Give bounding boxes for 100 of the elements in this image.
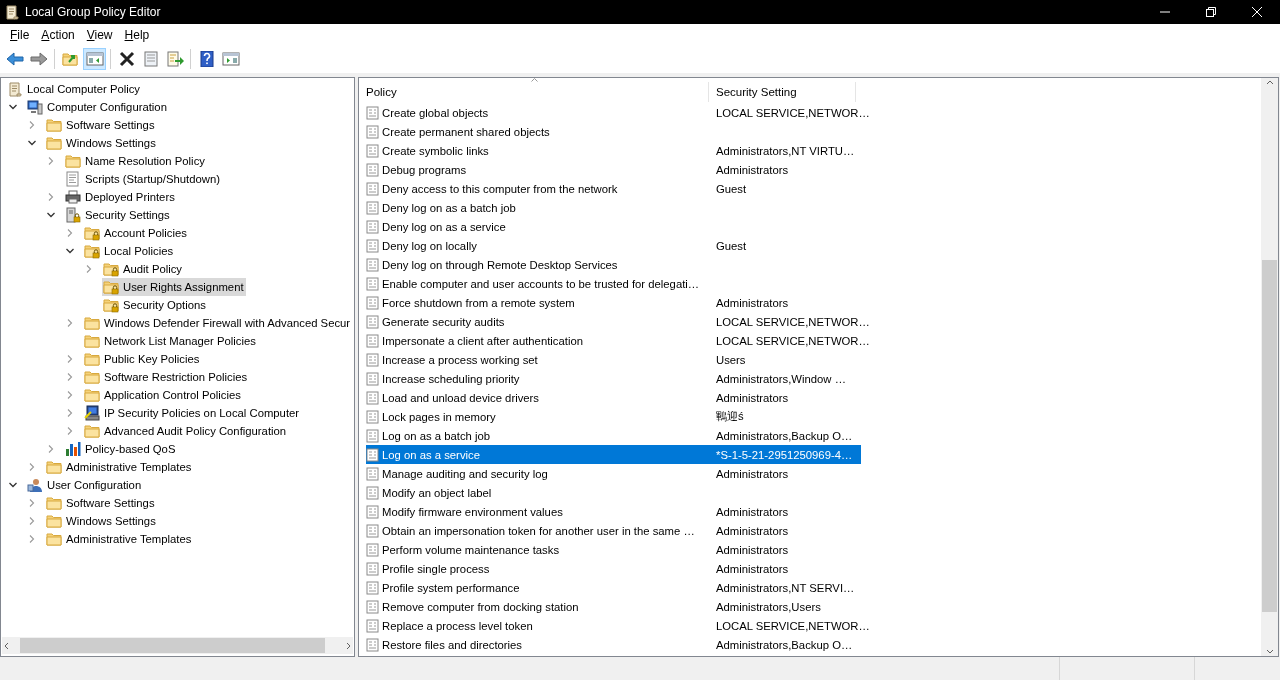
chevron-right-icon[interactable] bbox=[47, 193, 55, 201]
tree-item[interactable]: Account Policies bbox=[83, 224, 189, 242]
menu-item[interactable]: View bbox=[80, 26, 119, 44]
list-row[interactable]: Deny access to this computer from the network Guest bbox=[366, 179, 861, 198]
chevron-down-icon[interactable] bbox=[28, 139, 36, 147]
security-setting: Administrators,NT SERVI… bbox=[715, 581, 855, 594]
tree-item[interactable]: Network List Manager Policies bbox=[83, 332, 258, 350]
list-row[interactable]: Lock pages in memory 鶤迎ś bbox=[366, 407, 861, 426]
tree-item[interactable]: Software Settings bbox=[45, 494, 157, 512]
show-hide-tree-button[interactable] bbox=[83, 48, 106, 70]
list-row[interactable]: Impersonate a client after authentication LOCAL SERVICE,NETWOR… bbox=[366, 331, 872, 350]
list-row[interactable]: Enable computer and user accounts to be trusted for delegati… bbox=[366, 274, 861, 293]
list-row[interactable]: Replace a process level token LOCAL SERVICE,NETWOR… bbox=[366, 616, 872, 635]
list-row[interactable]: Modify firmware environment values Administrators bbox=[366, 502, 861, 521]
chevron-down-icon[interactable] bbox=[66, 247, 74, 255]
tree-item[interactable]: Public Key Policies bbox=[83, 350, 202, 368]
policy-icon bbox=[366, 276, 380, 291]
tree-item[interactable]: IP Security Policies on Local Computer bbox=[83, 404, 302, 422]
list-row[interactable]: Generate security audits LOCAL SERVICE,NETWOR… bbox=[366, 312, 872, 331]
chevron-right-icon[interactable] bbox=[28, 535, 36, 543]
folder-icon bbox=[46, 135, 62, 151]
list-row[interactable]: Obtain an impersonation token for another user in the same … Administrators bbox=[366, 521, 861, 540]
locked-folder-icon bbox=[84, 225, 100, 241]
list-row[interactable]: Load and unload device drivers Administrators bbox=[366, 388, 861, 407]
chevron-down-icon[interactable] bbox=[9, 481, 17, 489]
chevron-down-icon[interactable] bbox=[47, 211, 55, 219]
menu-item[interactable]: Action bbox=[35, 26, 81, 44]
tree-item[interactable]: Security Options bbox=[102, 296, 208, 314]
chevron-right-icon[interactable] bbox=[66, 373, 74, 381]
security-setting: Administrators,Window … bbox=[715, 372, 846, 385]
tree-item[interactable]: Application Control Policies bbox=[83, 386, 243, 404]
chevron-right-icon[interactable] bbox=[28, 463, 36, 471]
chevron-right-icon[interactable] bbox=[28, 517, 36, 525]
list-row[interactable]: Deny log on as a service bbox=[366, 217, 861, 236]
chevron-right-icon[interactable] bbox=[66, 319, 74, 327]
list-row[interactable]: Remove computer from docking station Administrators,Users bbox=[366, 597, 861, 616]
tree-item[interactable]: Deployed Printers bbox=[64, 188, 177, 206]
horizontal-scrollbar[interactable] bbox=[2, 637, 353, 654]
list-row[interactable]: Perform volume maintenance tasks Administrators bbox=[366, 540, 861, 559]
tree-item[interactable]: Security Settings bbox=[64, 206, 172, 224]
list-row[interactable]: Restore files and directories Administrators,Backup O… bbox=[366, 635, 861, 654]
tree-item[interactable]: Audit Policy bbox=[102, 260, 185, 278]
tree-item[interactable]: Name Resolution Policy bbox=[64, 152, 207, 170]
list-row[interactable]: Force shutdown from a remote system Administrators bbox=[366, 293, 861, 312]
tree-item[interactable]: Policy-based QoS bbox=[64, 440, 178, 458]
tree-item[interactable]: Software Settings bbox=[45, 116, 157, 134]
list-row[interactable]: Deny log on locally Guest bbox=[366, 236, 861, 255]
tree-item[interactable]: Advanced Audit Policy Configuration bbox=[83, 422, 289, 440]
policy-name: Deny log on as a service bbox=[382, 220, 506, 233]
chevron-right-icon[interactable] bbox=[66, 229, 74, 237]
tree-item[interactable]: Administrative Templates bbox=[45, 458, 194, 476]
tree-item[interactable]: Local Computer Policy bbox=[6, 80, 143, 98]
tree-item[interactable]: Administrative Templates bbox=[45, 530, 194, 548]
chevron-down-icon[interactable] bbox=[9, 103, 17, 111]
chevron-right-icon[interactable] bbox=[66, 409, 74, 417]
chevron-right-icon[interactable] bbox=[85, 265, 93, 273]
chevron-right-icon[interactable] bbox=[47, 445, 55, 453]
list-row[interactable]: Create permanent shared objects bbox=[366, 122, 861, 141]
list-row[interactable]: Profile single process Administrators bbox=[366, 559, 861, 578]
list-row[interactable]: Create symbolic links Administrators,NT VIRTU… bbox=[366, 141, 861, 160]
list-row[interactable]: Manage auditing and security log Administrators bbox=[366, 464, 861, 483]
tree-item[interactable]: Software Restriction Policies bbox=[83, 368, 250, 386]
folder-icon bbox=[84, 315, 100, 331]
list-row[interactable]: Increase a process working set Users bbox=[366, 350, 861, 369]
folder-icon bbox=[84, 387, 100, 403]
tree-item[interactable]: Windows Settings bbox=[45, 134, 158, 152]
list-row[interactable]: Modify an object label bbox=[366, 483, 861, 502]
chevron-right-icon[interactable] bbox=[28, 121, 36, 129]
tree-item[interactable]: Windows Defender Firewall with Advanced Secur bbox=[83, 314, 353, 332]
chevron-right-icon[interactable] bbox=[66, 427, 74, 435]
list-row[interactable]: Debug programs Administrators bbox=[366, 160, 861, 179]
chevron-right-icon[interactable] bbox=[66, 391, 74, 399]
policy-icon bbox=[366, 580, 380, 595]
list-row[interactable]: Log on as a batch job Administrators,Backup O… bbox=[366, 426, 861, 445]
tree-item[interactable]: Scripts (Startup/Shutdown) bbox=[64, 170, 222, 188]
vertical-scrollbar[interactable] bbox=[1261, 78, 1278, 656]
chevron-right-icon[interactable] bbox=[66, 355, 74, 363]
scrollbar-thumb[interactable] bbox=[1262, 260, 1277, 612]
tree-item[interactable]: User Configuration bbox=[26, 476, 144, 494]
list-row[interactable]: Increase scheduling priority Administrators,Window … bbox=[366, 369, 861, 388]
tree-item[interactable]: Local Policies bbox=[83, 242, 176, 260]
list-row[interactable]: Deny log on through Remote Desktop Services bbox=[366, 255, 861, 274]
tree-item[interactable]: Windows Settings bbox=[45, 512, 158, 530]
policy-icon bbox=[366, 143, 380, 158]
policy-icon bbox=[366, 485, 380, 500]
chevron-right-icon[interactable] bbox=[28, 499, 36, 507]
list-row[interactable]: Profile system performance Administrators,NT SERVI… bbox=[366, 578, 861, 597]
list-row[interactable]: Deny log on as a batch job bbox=[366, 198, 861, 217]
scrollbar-thumb[interactable] bbox=[20, 638, 325, 653]
list-row[interactable]: Create global objects LOCAL SERVICE,NETWOR… bbox=[366, 103, 872, 122]
tree-item[interactable]: User Rights Assignment bbox=[102, 278, 246, 296]
tree-item[interactable]: Computer Configuration bbox=[26, 98, 169, 116]
policy-name: Deny access to this computer from the network bbox=[382, 182, 618, 195]
column-header[interactable]: Policy bbox=[359, 82, 709, 102]
menu-item[interactable]: Help bbox=[118, 26, 156, 44]
column-header[interactable]: Security Setting bbox=[709, 82, 856, 102]
list-row[interactable]: Log on as a service *S-1-5-21-2951250969-4… bbox=[366, 445, 861, 464]
bar-chart-icon bbox=[65, 441, 81, 457]
menu-item[interactable]: File bbox=[4, 26, 36, 44]
chevron-right-icon[interactable] bbox=[47, 157, 55, 165]
